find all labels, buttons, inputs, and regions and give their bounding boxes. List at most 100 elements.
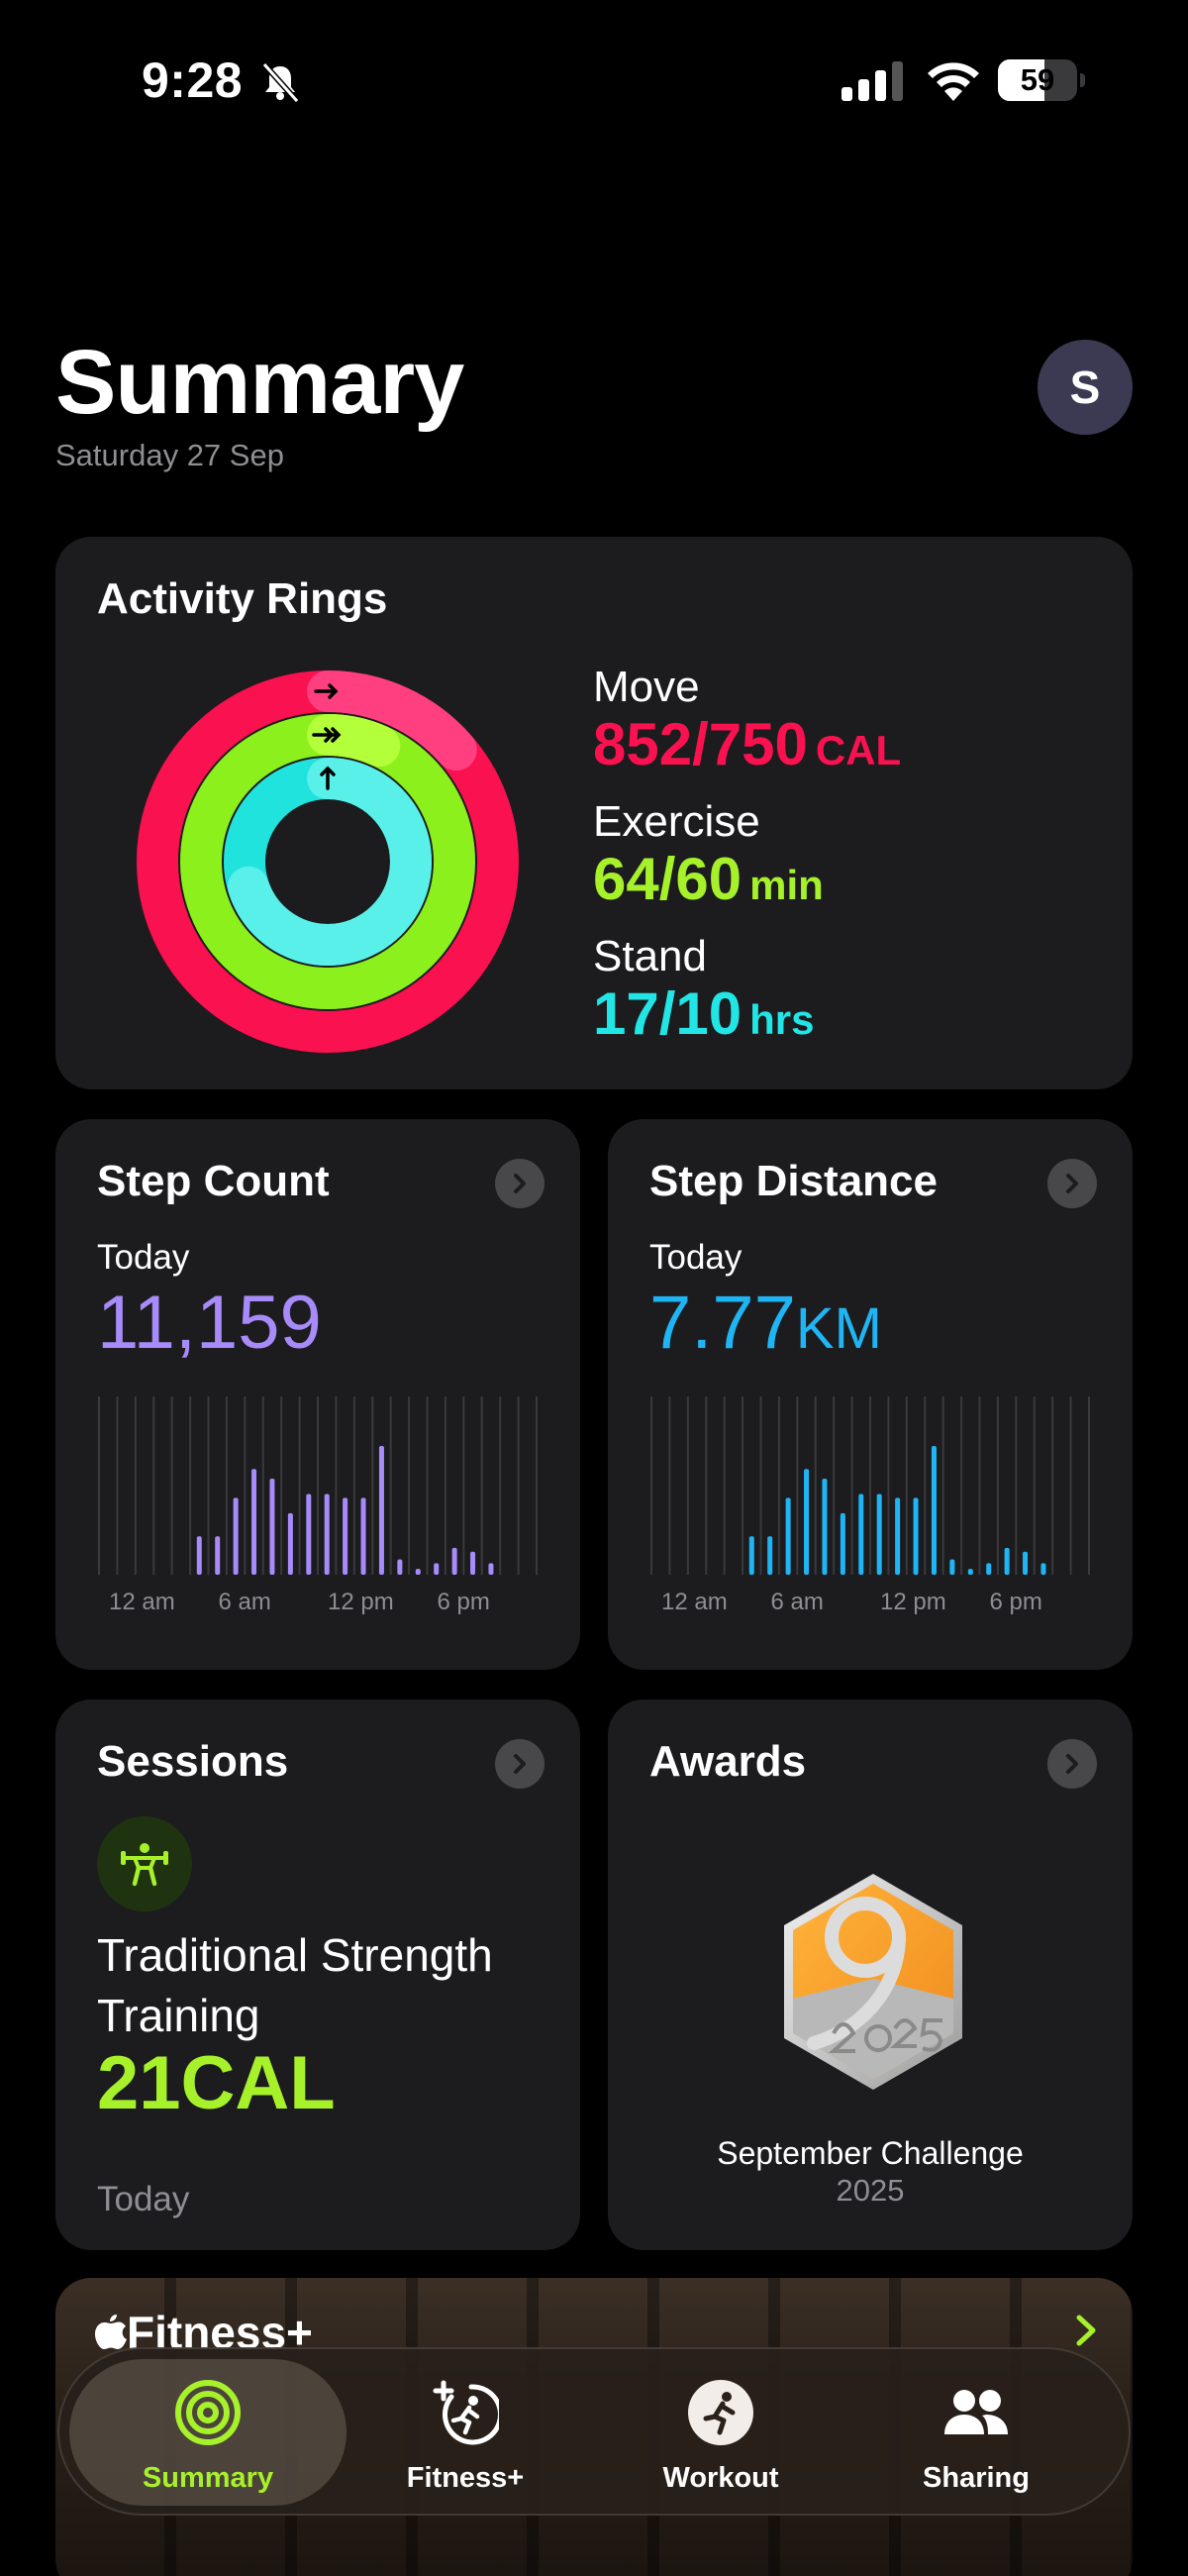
tab-label: Summary [142,2462,274,2494]
chevron-right-icon[interactable] [1073,2314,1099,2347]
workout-name: Traditional Strength Training [97,1929,493,2041]
chart-bar [215,1536,221,1575]
chart-bar [785,1497,791,1575]
period-label: Today [97,1238,190,1277]
card-title: Activity Rings [97,574,388,623]
stand-label: Stand [593,932,707,980]
move-stat: Move 852/750 CAL [593,666,901,774]
move-label: Move [593,663,700,711]
period-label: Today [649,1238,742,1277]
x-tick-label: 6 am [219,1589,271,1615]
chevron-right-icon[interactable] [1047,1159,1097,1208]
exercise-stat: Exercise 64/60 min [593,800,824,909]
stand-value: 17/10 [593,980,742,1047]
tab-label: Fitness+ [406,2462,525,2494]
exercise-value: 64/60 [593,846,742,912]
chevron-right-icon[interactable] [495,1739,544,1789]
exercise-unit: min [749,862,824,908]
chart-bar [451,1547,457,1575]
status-bar: 9:28 59 [0,0,1188,149]
stand-stat: Stand 17/10 hrs [593,935,815,1044]
awards-card[interactable]: Awards September Challenge 2025 [608,1700,1133,2250]
chart-bar [287,1512,293,1575]
bell-slash-icon [261,62,300,103]
fitness-plus-icon [433,2380,499,2445]
chart-bar [767,1536,773,1575]
chevron-right-icon[interactable] [1047,1739,1097,1789]
stand-unit: hrs [749,996,815,1043]
move-unit: CAL [815,727,902,773]
sessions-card[interactable]: Sessions Traditional Strength Training 2… [55,1700,580,2250]
chart-bar [251,1469,257,1575]
profile-avatar-button[interactable]: S [1038,340,1133,435]
card-title: Awards [649,1737,807,1786]
chart-bar [804,1469,810,1575]
chart-bar [434,1563,440,1575]
september-challenge-badge-icon [784,1874,962,2090]
chart-bar [1023,1551,1029,1575]
chart-bar [822,1478,828,1575]
tab-workout[interactable]: Workout [582,2359,859,2506]
people-icon [944,2390,1008,2434]
status-time: 9:28 [142,52,244,108]
step-distance-unit: KM [795,1296,882,1361]
activity-rings-icon [175,2380,241,2445]
step-count-value: 11,159 [97,1281,322,1365]
chart-bar [931,1446,937,1575]
tab-summary[interactable]: Summary [69,2359,346,2506]
step-distance-chart: 12 am 6 am 12 pm 6 pm [650,1396,1090,1615]
tab-label: Workout [662,2462,779,2494]
chart-bar [470,1551,476,1575]
step-distance-card[interactable]: Step Distance Today 7.77KM 12 am 6 am 12 p… [608,1119,1133,1670]
chart-bar [949,1559,955,1575]
chart-bar [360,1497,366,1575]
card-title: Sessions [97,1737,289,1786]
chart-bar [967,1569,973,1575]
x-tick-label: 6 pm [438,1589,490,1615]
chart-bar [1040,1563,1046,1575]
chart-bar [269,1478,275,1575]
tab-bar: Summary Fitness+ Workout Sharing [57,2347,1131,2516]
x-tick-label: 12 am [109,1589,175,1615]
workout-calories: 21CAL [97,2041,336,2125]
wifi-icon [928,62,979,101]
apple-logo-icon [95,2315,127,2349]
chart-bar [858,1494,864,1575]
chart-bar [306,1494,312,1575]
x-tick-label: 12 pm [328,1589,394,1615]
move-value: 852/750 [593,711,808,777]
chart-bar [895,1497,901,1575]
battery-percent: 59 [1020,62,1055,97]
chart-bar [840,1512,845,1575]
workout-day: Today [97,2180,190,2218]
battery-icon: 59 [998,59,1085,101]
chart-bar [913,1497,919,1575]
award-year: 2025 [836,2173,905,2208]
running-figure-icon [688,2380,753,2445]
chart-bar [1004,1547,1010,1575]
tab-fitness-plus[interactable]: Fitness+ [327,2359,604,2506]
x-tick-label: 6 am [771,1589,824,1615]
chevron-right-icon[interactable] [495,1159,544,1208]
x-tick-label: 6 pm [990,1589,1042,1615]
chart-bar [876,1494,882,1575]
chart-bar [397,1559,403,1575]
chart-bar [233,1497,239,1575]
activity-rings-card[interactable]: Activity Rings Move 852/750CAL Exercise [55,537,1133,1089]
tab-sharing[interactable]: Sharing [838,2359,1115,2506]
x-tick-label: 12 pm [880,1589,946,1615]
page-date: Saturday 27 Sep [55,438,284,472]
award-name: September Challenge [717,2135,1024,2171]
chart-bar [196,1536,202,1575]
chart-bar [378,1446,384,1575]
strength-training-icon [97,1816,192,1911]
exercise-label: Exercise [593,797,760,846]
chart-bar [415,1569,421,1575]
card-title: Step Count [97,1157,330,1205]
chart-bar [748,1536,754,1575]
step-count-card[interactable]: Step Count Today 11,159 12 am 6 am 12 pm 6 … [55,1119,580,1670]
chart-bar [986,1563,992,1575]
page-title: Summary [55,332,464,433]
step-count-chart: 12 am 6 am 12 pm 6 pm [98,1396,538,1615]
x-tick-label: 12 am [661,1589,728,1615]
